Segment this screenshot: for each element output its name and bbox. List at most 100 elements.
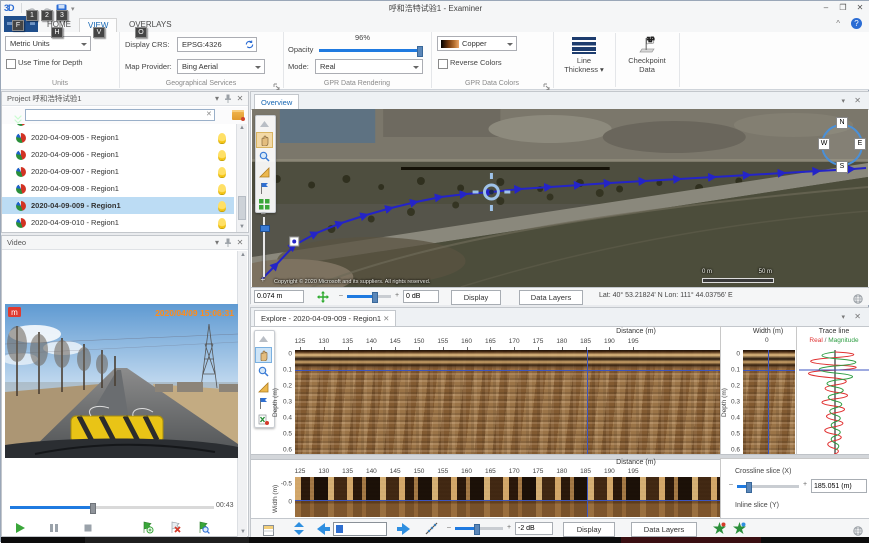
plan-slice[interactable]	[295, 477, 720, 517]
depth-cursor[interactable]	[295, 370, 720, 371]
video-progress-bar[interactable]	[10, 506, 214, 509]
dialog-launcher-icon[interactable]	[543, 78, 551, 86]
project-tree-scrollbar[interactable]: ▲ ▼	[236, 124, 247, 232]
scroll-down-icon[interactable]: ▼	[238, 223, 246, 232]
crossline-cursor[interactable]	[587, 477, 588, 517]
close-button[interactable]: ✕	[852, 1, 868, 14]
gain-plus[interactable]: +	[395, 292, 399, 299]
tree-item[interactable]: 2020-04-09-007 - Region1	[2, 163, 234, 180]
scroll-thumb[interactable]	[238, 196, 246, 220]
map-view[interactable]: N W E S – + Copyright © 2020 Micr	[252, 109, 868, 287]
trace-position-thumb[interactable]	[336, 525, 343, 533]
tree-item[interactable]: 2020-04-09-008 - Region1	[2, 180, 234, 197]
toolbar-collapse-icon[interactable]	[255, 331, 272, 347]
pin-icon[interactable]	[223, 238, 233, 248]
mode-dropdown[interactable]: Real	[315, 59, 423, 74]
inline-cursor[interactable]	[295, 500, 720, 501]
zoom-in-icon[interactable]: +	[261, 275, 266, 284]
crs-input[interactable]: EPSG:4326	[177, 37, 257, 52]
explore-gain-value[interactable]	[515, 522, 553, 535]
display-button[interactable]: Display	[563, 522, 615, 537]
data-layers-button[interactable]: Data Layers	[631, 522, 697, 537]
inline-cursor[interactable]	[768, 350, 769, 454]
reverse-colors-checkbox[interactable]	[438, 59, 448, 69]
tab-overlays[interactable]: OVERLAYS	[121, 18, 180, 32]
project-search-input[interactable]	[25, 109, 215, 121]
dialog-launcher-icon[interactable]	[273, 78, 281, 86]
compass-s[interactable]: S	[836, 161, 848, 173]
tree-item[interactable]: 2020-04-09-009 - Region1	[2, 197, 234, 214]
compass-e[interactable]: E	[854, 138, 866, 150]
minimize-button[interactable]: –	[818, 1, 834, 14]
units-dropdown[interactable]: Metric Units	[5, 36, 91, 51]
panel-menu-caret[interactable]: ▾	[841, 313, 845, 321]
gain-plus[interactable]: +	[507, 524, 511, 531]
crossline-slider[interactable]	[737, 485, 799, 488]
help-icon[interactable]: ?	[851, 18, 862, 29]
close-icon[interactable]: ✕	[235, 238, 245, 248]
opacity-slider[interactable]	[319, 49, 423, 52]
checkpoint-data-button[interactable]: Checkpoint Data	[615, 33, 680, 87]
measure-tool-icon[interactable]	[256, 164, 273, 180]
pin-icon[interactable]	[223, 94, 233, 104]
flag-tool-icon[interactable]	[256, 180, 273, 196]
display-button[interactable]: Display	[451, 290, 501, 305]
scroll-up-icon[interactable]: ▲	[239, 251, 247, 260]
provider-dropdown[interactable]: Bing Aerial	[177, 59, 265, 74]
map-zoom-slider[interactable]: – +	[259, 217, 269, 283]
overview-gain-slider[interactable]	[347, 295, 391, 298]
measure-tool-icon[interactable]	[255, 379, 272, 395]
data-layers-button[interactable]: Data Layers	[519, 290, 583, 305]
close-icon[interactable]: ✕	[854, 312, 861, 321]
crossline-plus[interactable]: +	[803, 481, 807, 488]
visibility-bulb-icon[interactable]	[218, 201, 226, 211]
explore-gain-handle[interactable]	[474, 524, 480, 535]
zoom-tool-icon[interactable]	[256, 148, 273, 164]
zoom-tool-icon[interactable]	[255, 363, 272, 379]
pan-tool-icon[interactable]	[256, 132, 273, 148]
explore-gain-slider[interactable]	[455, 527, 503, 530]
radargram-main[interactable]	[295, 350, 720, 454]
radargram-width[interactable]	[743, 350, 795, 454]
toolbar-collapse-icon[interactable]	[256, 116, 273, 132]
visibility-bulb-icon[interactable]	[218, 133, 226, 143]
close-icon[interactable]: ✕	[854, 96, 861, 105]
trace-position-box[interactable]	[333, 522, 387, 536]
depth-cursor[interactable]	[743, 370, 795, 371]
zoom-slider-handle[interactable]	[260, 225, 270, 232]
crossline-slider-handle[interactable]	[746, 482, 752, 493]
visibility-bulb-icon[interactable]	[218, 150, 226, 160]
video-progress-handle[interactable]	[90, 503, 96, 514]
tree-item[interactable]: 2020-04-09-005 - Region1	[2, 129, 234, 146]
crossline-minus[interactable]: –	[729, 481, 733, 488]
measure-value-box[interactable]	[254, 290, 304, 303]
collapse-ribbon-icon[interactable]: ^	[836, 19, 840, 28]
tab-explore[interactable]: Explore - 2020-04-09-009 - Region1 ✕	[254, 310, 396, 326]
line-thickness-button[interactable]: Line Thickness ▾	[553, 33, 616, 87]
compass-n[interactable]: N	[836, 117, 848, 129]
restore-button[interactable]: ❐	[835, 1, 851, 14]
compass[interactable]: N W E S	[818, 117, 864, 173]
folder-icon[interactable]	[232, 110, 244, 120]
tree-item[interactable]: 2020-04-09-010 - Region1	[2, 214, 234, 231]
flag-tool-icon[interactable]	[255, 395, 272, 411]
visibility-bulb-icon[interactable]	[218, 184, 226, 194]
gain-minus[interactable]: –	[339, 292, 343, 299]
palette-dropdown[interactable]: Copper	[437, 36, 517, 51]
tab-overview[interactable]: Overview	[254, 94, 299, 110]
crossline-value-box[interactable]	[811, 479, 867, 493]
trace-plot[interactable]	[799, 350, 869, 454]
video-frame[interactable]: m 2020/04/09 15:06:31	[5, 304, 238, 458]
pan-center-icon[interactable]	[317, 290, 329, 308]
clear-search-icon[interactable]: ✕	[206, 110, 212, 118]
tree-item[interactable]: 2020-04-09-006 - Region1	[2, 146, 234, 163]
gain-minus[interactable]: –	[447, 524, 451, 531]
video-scrollbar[interactable]: ▲ ▼	[237, 251, 247, 537]
overview-gain-value[interactable]	[403, 290, 439, 303]
panel-menu-caret[interactable]: ▾	[212, 238, 222, 248]
overview-gain-handle[interactable]	[372, 292, 378, 303]
export-tool-icon[interactable]	[255, 411, 272, 427]
panel-menu-caret[interactable]: ▾	[841, 97, 845, 105]
compass-w[interactable]: W	[818, 138, 830, 150]
visibility-bulb-icon[interactable]	[218, 218, 226, 228]
